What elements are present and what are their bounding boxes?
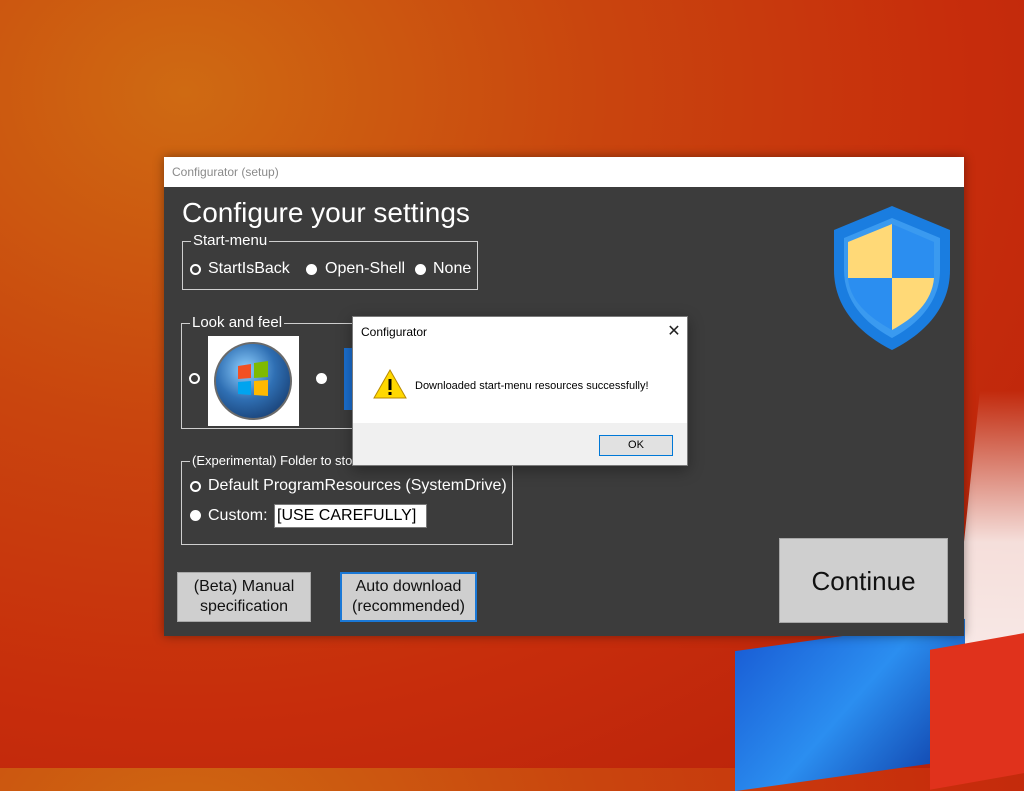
folder-legend: (Experimental) Folder to sto	[190, 452, 355, 470]
window-title: Configurator (setup)	[172, 165, 279, 179]
manual-button-line2: specification	[199, 598, 289, 615]
radio-open-shell[interactable]	[306, 264, 317, 275]
custom-folder-input[interactable]: [USE CAREFULLY]	[274, 504, 427, 528]
radio-none-label[interactable]: None	[433, 260, 471, 278]
start-menu-legend: Start-menu	[191, 232, 270, 250]
message-dialog: Configurator ✕ Downloaded start-menu res…	[352, 316, 688, 466]
radio-default-folder[interactable]	[190, 481, 201, 492]
radio-open-shell-label[interactable]: Open-Shell	[325, 260, 405, 278]
radio-custom-folder[interactable]	[190, 510, 201, 521]
auto-download-button[interactable]: Auto download (recommended)	[340, 572, 477, 622]
look-and-feel-group: Look and feel	[181, 314, 361, 429]
close-icon[interactable]: ✕	[661, 319, 687, 345]
security-shield-icon	[834, 206, 950, 350]
window-titlebar[interactable]: Configurator (setup)	[164, 157, 964, 187]
radio-startisback[interactable]	[190, 264, 201, 275]
auto-button-line2: (recommended)	[352, 598, 465, 615]
radio-theme-win10[interactable]	[316, 373, 327, 384]
dialog-footer: OK	[353, 423, 687, 465]
folder-group: (Experimental) Folder to sto Default Pro…	[181, 452, 513, 545]
dialog-message: Downloaded start-menu resources successf…	[415, 380, 649, 392]
manual-button-line1: (Beta) Manual	[193, 578, 295, 595]
radio-default-folder-label[interactable]: Default ProgramResources (SystemDrive)	[208, 477, 507, 495]
look-and-feel-legend: Look and feel	[190, 314, 285, 332]
radio-startisback-label[interactable]: StartIsBack	[208, 260, 290, 278]
radio-none[interactable]	[415, 264, 426, 275]
dialog-title: Configurator	[361, 325, 428, 339]
auto-button-line1: Auto download	[355, 578, 462, 595]
start-menu-group: Start-menu StartIsBack Open-Shell None	[182, 232, 478, 290]
warning-icon	[373, 368, 407, 399]
page-title: Configure your settings	[182, 197, 470, 228]
radio-theme-win7[interactable]	[189, 373, 200, 384]
continue-button[interactable]: Continue	[779, 538, 948, 623]
manual-specification-button[interactable]: (Beta) Manual specification	[177, 572, 311, 622]
wallpaper-red-pane	[930, 630, 1024, 790]
windows-orb-icon	[214, 342, 292, 420]
radio-custom-folder-label[interactable]: Custom:	[208, 507, 268, 525]
ok-button[interactable]: OK	[599, 435, 673, 456]
theme-win7-thumbnail[interactable]	[208, 336, 299, 426]
